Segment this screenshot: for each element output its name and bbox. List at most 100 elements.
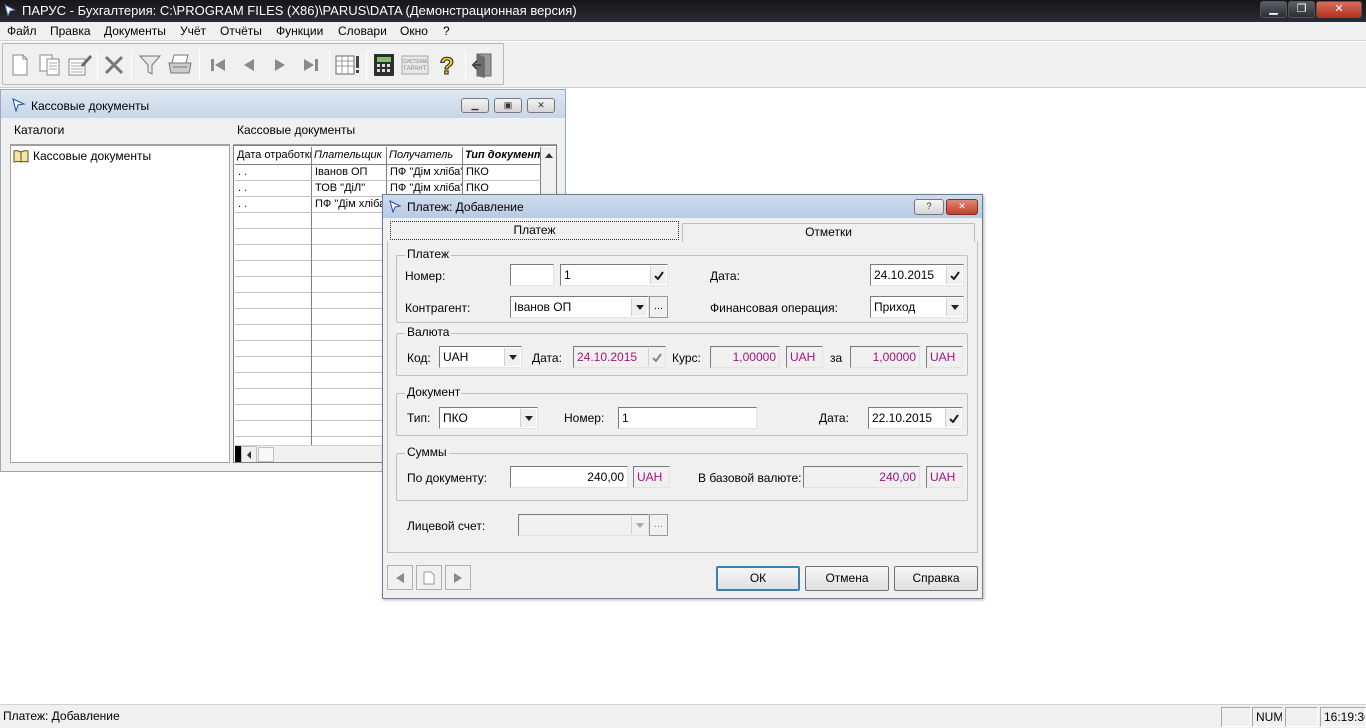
document-number-input[interactable]: 1 xyxy=(618,407,757,429)
document-type-value: ПКО xyxy=(443,411,468,425)
grid-cell[interactable]: . . xyxy=(235,197,312,213)
scroll-left-button[interactable] xyxy=(241,446,257,462)
calculator-button[interactable] xyxy=(370,50,398,80)
chevron-down-icon xyxy=(524,415,533,421)
new-document-button[interactable] xyxy=(6,50,34,80)
help-icon: ? xyxy=(439,53,455,79)
grid-cell[interactable]: ПКО xyxy=(463,165,541,181)
minimize-button[interactable]: ▁ xyxy=(1260,1,1287,18)
exit-button[interactable] xyxy=(470,50,498,80)
toolbar-separator xyxy=(366,50,367,80)
financial-operation-label: Финансовая операция: xyxy=(710,301,838,315)
grid-cell[interactable]: ТОВ "ДіЛ" xyxy=(312,181,387,197)
help-button[interactable]: ? xyxy=(433,50,461,80)
book-icon xyxy=(13,150,29,163)
financial-operation-select[interactable]: Приход xyxy=(870,296,964,318)
financial-operation-dropdown-button[interactable] xyxy=(946,298,962,316)
currency-code-dropdown-button[interactable] xyxy=(504,348,520,366)
payment-number-input[interactable]: 1 xyxy=(560,264,668,286)
dialog-title-bar: Платеж: Добавление ? ✕ xyxy=(383,195,982,218)
catalog-item-cash-documents[interactable]: Кассовые документы xyxy=(13,149,151,163)
sum-base-currency-label: В базовой валюте: xyxy=(698,471,802,485)
payment-date-value: 24.10.2015 xyxy=(874,268,935,282)
column-header-date[interactable]: Дата отработки xyxy=(235,147,312,165)
last-record-button[interactable] xyxy=(297,50,325,80)
menu-file[interactable]: Файл xyxy=(7,24,37,38)
close-button[interactable]: ✕ xyxy=(1316,1,1362,18)
garant-system-button[interactable]: СИСТЕМА ГАРАНТ xyxy=(401,50,429,80)
menu-reports[interactable]: Отчёты xyxy=(220,24,262,38)
grid-cell[interactable]: ПФ "Дім хліба" xyxy=(387,165,463,181)
cash-documents-title: Кассовые документы xyxy=(31,99,150,113)
payment-number-value: 1 xyxy=(564,268,571,282)
counterparty-browse-button[interactable]: ... xyxy=(649,296,668,318)
exchange-rate-label: Курс: xyxy=(672,351,701,365)
menu-dictionaries[interactable]: Словари xyxy=(338,24,387,38)
document-date-check-button[interactable] xyxy=(945,409,961,427)
menu-window[interactable]: Окно xyxy=(400,24,428,38)
report-button[interactable] xyxy=(334,50,362,80)
edit-document-button[interactable] xyxy=(66,50,94,80)
next-record-button[interactable] xyxy=(445,565,471,590)
sum-by-document-input[interactable]: 240,00 xyxy=(510,466,628,488)
chevron-down-icon xyxy=(635,522,644,528)
scroll-thumb[interactable] xyxy=(258,447,274,462)
new-record-button[interactable] xyxy=(416,565,442,590)
restore-button[interactable]: ❐ xyxy=(1288,1,1315,18)
cancel-button[interactable]: Отмена xyxy=(805,566,889,591)
menu-functions[interactable]: Функции xyxy=(276,24,323,38)
tab-payment[interactable]: Платеж xyxy=(390,221,679,240)
tab-marks[interactable]: Отметки xyxy=(682,223,975,242)
payment-group-label: Платеж xyxy=(405,247,451,261)
document-type-select[interactable]: ПКО xyxy=(439,407,538,429)
window-maximize-button[interactable]: ▣ xyxy=(494,98,522,113)
window-minimize-button[interactable]: ▁ xyxy=(461,98,489,113)
menu-bar: Файл Правка Документы Учёт Отчёты Функци… xyxy=(0,22,1366,41)
svg-text:?: ? xyxy=(440,53,455,78)
print-icon xyxy=(168,54,192,74)
grid-cell[interactable]: . . xyxy=(235,181,312,197)
menu-accounting[interactable]: Учёт xyxy=(180,24,206,38)
previous-record-button[interactable] xyxy=(387,565,413,590)
copy-document-button[interactable] xyxy=(36,50,64,80)
calculator-icon xyxy=(374,54,394,76)
filter-button[interactable] xyxy=(136,50,164,80)
minimize-icon: ▁ xyxy=(471,100,479,110)
column-header-payer[interactable]: Плательщик xyxy=(312,147,387,165)
next-record-button[interactable] xyxy=(266,50,294,80)
payment-date-check-button[interactable] xyxy=(946,266,962,284)
column-header-recipient[interactable]: Получатель xyxy=(387,147,463,165)
document-type-dropdown-button[interactable] xyxy=(520,409,536,427)
dialog-close-button[interactable]: ✕ xyxy=(946,199,978,215)
first-record-button[interactable] xyxy=(204,50,232,80)
app-title-bar: ПАРУС - Бухгалтерия: C:\PROGRAM FILES (X… xyxy=(0,0,1366,22)
counterparty-dropdown-button[interactable] xyxy=(631,298,647,316)
empty-rows xyxy=(235,213,312,445)
previous-record-button[interactable] xyxy=(235,50,263,80)
window-close-button[interactable]: ✕ xyxy=(527,98,555,113)
delete-button[interactable] xyxy=(100,50,128,80)
payment-dialog: Платеж: Добавление ? ✕ Платеж Отметки Пл… xyxy=(382,194,983,599)
print-button[interactable] xyxy=(166,50,194,80)
grid-cell[interactable]: . . xyxy=(235,165,312,181)
column-header-doc-type[interactable]: Тип документа xyxy=(463,147,541,165)
app-title: ПАРУС - Бухгалтерия: C:\PROGRAM FILES (X… xyxy=(22,3,577,18)
ok-button[interactable]: ОК xyxy=(716,566,800,591)
document-date-input[interactable]: 22.10.2015 xyxy=(868,407,963,429)
counterparty-value: Іванов ОП xyxy=(514,300,572,314)
dialog-help-button[interactable]: ? xyxy=(914,199,944,215)
menu-edit[interactable]: Правка xyxy=(50,24,91,38)
scroll-up-icon xyxy=(545,153,553,158)
menu-help[interactable]: ? xyxy=(443,24,450,38)
help-dialog-button[interactable]: Справка xyxy=(894,566,978,591)
document-group-label: Документ xyxy=(405,385,463,399)
menu-documents[interactable]: Документы xyxy=(104,24,166,38)
payment-date-input[interactable]: 24.10.2015 xyxy=(870,264,964,286)
counterparty-combobox[interactable]: Іванов ОП xyxy=(510,296,649,318)
grid-cell[interactable]: ПФ "Дім хліба" xyxy=(312,197,387,213)
currency-code-select[interactable]: UAH xyxy=(439,346,522,368)
payment-number-prefix-input[interactable] xyxy=(510,264,554,286)
first-record-icon xyxy=(211,59,225,71)
grid-cell[interactable]: Іванов ОП xyxy=(312,165,387,181)
payment-number-check-button[interactable] xyxy=(650,266,666,284)
